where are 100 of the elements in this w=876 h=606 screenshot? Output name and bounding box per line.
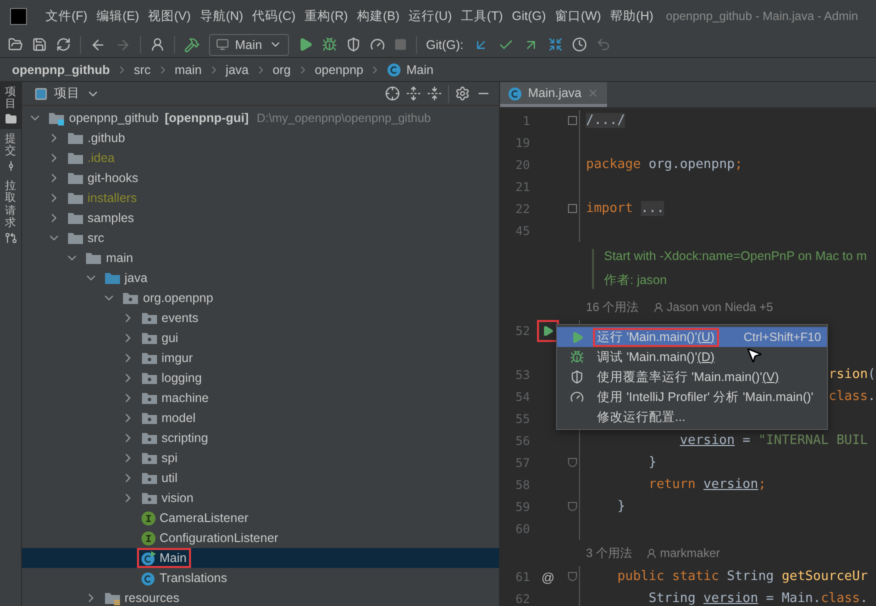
menu-item[interactable]: 重构(R) [300, 8, 352, 24]
tree-item[interactable]: .github [62, 128, 130, 148]
editor-tab[interactable]: Main.java [500, 82, 606, 107]
folder-icon [66, 230, 84, 246]
tree-item[interactable]: events [136, 308, 202, 328]
folder-icon [85, 250, 102, 266]
tree-item[interactable]: Main [136, 548, 191, 568]
tree-item[interactable]: Translations [136, 568, 232, 588]
side-tab[interactable]: 提交 [0, 129, 21, 176]
code-line: rsion( [828, 367, 876, 382]
menu-item[interactable]: 编辑(E) [92, 8, 144, 24]
breadcrumb-item[interactable]: openpnp [314, 62, 364, 76]
panel-title[interactable]: 项目 [54, 85, 80, 102]
gauge-icon[interactable] [370, 37, 385, 52]
line-number: 59 [514, 499, 530, 516]
gutter-annotation-marker: @ [541, 570, 555, 584]
fold-expand-icon[interactable] [568, 204, 577, 213]
save-icon[interactable] [32, 37, 47, 52]
breadcrumb-item[interactable]: src [134, 62, 151, 76]
menu-item[interactable]: 调试 'Main.main()'(D) [557, 347, 827, 367]
folder-icon [66, 190, 84, 206]
interface-icon [140, 510, 156, 526]
menu-item[interactable]: 使用 'IntelliJ Profiler' 分析 'Main.main()' [557, 387, 827, 407]
doc-comment: 作者: jason [604, 272, 668, 289]
line-number: 22 [514, 201, 530, 218]
menu-item[interactable]: 工具(T) [456, 8, 508, 24]
menu-item[interactable]: Git(G) [507, 9, 550, 23]
package-icon [140, 450, 158, 466]
tree-item[interactable]: imgur [136, 348, 197, 368]
bug-icon[interactable] [322, 37, 337, 52]
line-number: 20 [514, 157, 530, 174]
module-name: [openpnp-gui] [164, 111, 249, 125]
tree-item[interactable]: util [136, 468, 182, 488]
clock-icon[interactable] [572, 37, 586, 52]
locate-icon[interactable] [385, 86, 400, 101]
menu-item[interactable]: 运行 'Main.main()'(U) Ctrl+Shift+F10 [557, 327, 827, 347]
app-logo [10, 8, 27, 24]
fold-expand-icon[interactable] [568, 116, 577, 125]
menu-item[interactable]: 使用覆盖率运行 'Main.main()'(V) [557, 367, 827, 387]
breadcrumb-item[interactable]: openpnp_github [12, 62, 110, 76]
menu-item[interactable]: 帮助(H) [606, 8, 658, 24]
author-hint[interactable]: Jason von Nieda +5 [652, 300, 774, 314]
line-number: 58 [514, 477, 530, 494]
tree-item[interactable]: resources [100, 588, 184, 606]
tree-item[interactable]: java [100, 268, 152, 288]
menu-item[interactable]: 构建(B) [352, 8, 404, 24]
expand-all-icon[interactable] [406, 86, 421, 101]
collapse-all-icon[interactable] [427, 86, 442, 101]
menu-item[interactable]: 修改运行配置... [557, 407, 827, 427]
menu-item[interactable]: 视图(V) [144, 8, 196, 24]
back-icon[interactable] [90, 36, 106, 52]
arrows-in-icon[interactable] [548, 37, 562, 52]
tree-item[interactable]: gui [136, 328, 182, 348]
usages-hint[interactable]: 16 个用法 [586, 298, 639, 316]
tree-item[interactable]: org.openpnp [118, 288, 218, 308]
tree-item[interactable]: model [136, 408, 200, 428]
menu-item[interactable]: 窗口(W) [550, 8, 606, 24]
tree-item[interactable]: openpnp_github [44, 108, 163, 128]
line-number: 56 [514, 433, 530, 450]
side-tab[interactable]: 项目 [0, 82, 21, 130]
project-path: D:\my_openpnp\openpnp_github [256, 111, 431, 125]
fold-marker-icon[interactable] [568, 502, 577, 511]
menu-item[interactable]: 文件(F) [41, 8, 92, 24]
run-config-dropdown[interactable]: Main [209, 34, 289, 56]
mouse-cursor-icon [745, 346, 763, 364]
code-line: return version; [648, 477, 766, 492]
hammer-icon[interactable] [184, 36, 200, 52]
pull-request-icon [4, 232, 16, 244]
tree-item[interactable]: ConfigurationListener [136, 528, 282, 548]
fold-marker-icon[interactable] [568, 572, 577, 581]
tree-item[interactable]: logging [136, 368, 206, 388]
tree-item[interactable]: samples [62, 208, 138, 228]
tree-item[interactable]: src [62, 228, 108, 248]
tree-item[interactable]: main [81, 248, 138, 268]
breadcrumb-item[interactable]: java [226, 62, 249, 76]
menu-item[interactable]: 导航(N) [195, 8, 248, 24]
tree-item[interactable]: spi [136, 448, 182, 468]
menu-item[interactable]: 代码(C) [248, 8, 300, 24]
tree-item[interactable]: vision [136, 488, 198, 508]
side-tab[interactable]: 拉取请求 [0, 176, 21, 248]
tree-item[interactable]: CameraListener [136, 508, 252, 528]
menu-item[interactable]: 运行(U) [404, 8, 456, 24]
fold-marker-icon[interactable] [568, 458, 577, 467]
line-number: 62 [514, 591, 530, 606]
breadcrumb-item[interactable]: main [174, 62, 202, 76]
usages-hint[interactable]: 3 个用法 [586, 544, 632, 562]
play-icon[interactable] [298, 37, 313, 52]
breadcrumb-item[interactable]: Main [387, 62, 434, 77]
package-icon [140, 490, 158, 506]
user-icon[interactable] [150, 37, 165, 52]
refresh-icon[interactable] [56, 37, 71, 52]
settings-icon[interactable] [455, 86, 470, 101]
shield-icon[interactable] [346, 37, 361, 52]
folder-icon[interactable] [8, 37, 23, 52]
package-icon [140, 470, 158, 486]
tree-item[interactable]: scripting [136, 428, 212, 448]
tree-item[interactable]: machine [136, 388, 213, 408]
tree-item[interactable]: git-hooks [62, 168, 142, 188]
author-hint[interactable]: markmaker [646, 546, 720, 560]
breadcrumb-item[interactable]: org [272, 62, 291, 76]
